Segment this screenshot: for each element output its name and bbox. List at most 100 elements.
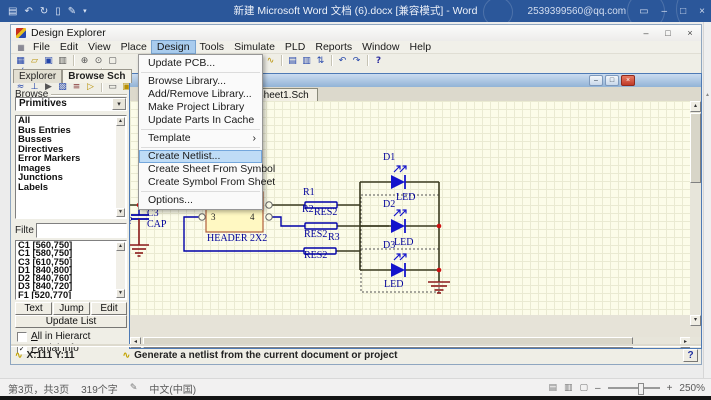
menu-pld[interactable]: PLD bbox=[280, 41, 310, 53]
help-icon[interactable]: ? bbox=[372, 55, 385, 67]
ribbon-options-icon[interactable]: ▭ bbox=[639, 6, 648, 17]
component-leds[interactable] bbox=[391, 166, 406, 277]
c3-ref-label[interactable]: C3 bbox=[147, 209, 159, 219]
menu-place[interactable]: Place bbox=[116, 41, 152, 53]
proofing-icon[interactable]: ✎ bbox=[130, 383, 138, 393]
vertical-scrollbar[interactable]: ▴ ▾ bbox=[690, 101, 701, 326]
jump-button[interactable]: Jump bbox=[53, 302, 90, 315]
system-menu-icon[interactable]: ▦ bbox=[14, 41, 28, 53]
save-icon[interactable]: ▤ bbox=[8, 6, 17, 17]
components-list[interactable]: C1 [560,750] C1 [580,750] C3 [610,750] D… bbox=[15, 240, 127, 300]
list-item[interactable]: F1 [520,770] bbox=[16, 291, 126, 299]
undo-icon[interactable]: ↶ bbox=[336, 55, 349, 67]
child-close-button[interactable]: × bbox=[621, 75, 635, 86]
maximize-button[interactable]: □ bbox=[680, 6, 686, 17]
zoom-level[interactable]: 250% bbox=[679, 383, 705, 394]
category-combobox[interactable]: Primitives ▾ bbox=[15, 97, 127, 111]
menu-item-add-remove-library[interactable]: Add/Remove Library... bbox=[139, 88, 262, 101]
simulate-icon[interactable]: ∿ bbox=[264, 55, 277, 67]
zoom-slider[interactable] bbox=[608, 387, 660, 389]
read-mode-icon[interactable]: ▤ bbox=[548, 383, 557, 393]
clipped-designator-label[interactable]: ? bbox=[130, 217, 132, 227]
undo-icon[interactable]: ↶ bbox=[24, 6, 32, 17]
r3-ref-label[interactable]: R3 bbox=[328, 233, 340, 243]
menu-reports[interactable]: Reports bbox=[310, 41, 357, 53]
scroll-up-icon[interactable]: ▲ bbox=[116, 242, 125, 251]
jp2-type-label[interactable]: HEADER 2X2 bbox=[207, 234, 267, 244]
menu-edit[interactable]: Edit bbox=[55, 41, 83, 53]
scroll-down-icon[interactable]: ▾ bbox=[690, 315, 701, 326]
app-maximize-button[interactable]: □ bbox=[657, 26, 679, 41]
word-count[interactable]: 319个字 bbox=[81, 381, 118, 396]
scrollbar[interactable]: ▲ ▼ bbox=[116, 242, 125, 298]
explorer-icon[interactable]: ▦ bbox=[14, 55, 27, 67]
menu-item-create-netlist[interactable]: Create Netlist... bbox=[139, 150, 262, 163]
redo-icon[interactable]: ↻ bbox=[40, 6, 48, 17]
library-icon[interactable]: ▤ bbox=[286, 55, 299, 67]
menu-file[interactable]: File bbox=[28, 41, 55, 53]
language-indicator[interactable]: 中文(中国) bbox=[149, 381, 196, 396]
menu-item-create-symbol-from-sheet[interactable]: Create Symbol From Sheet bbox=[139, 176, 262, 189]
scroll-up-icon[interactable]: ▲ bbox=[705, 92, 710, 98]
menu-simulate[interactable]: Simulate bbox=[229, 41, 280, 53]
menu-window[interactable]: Window bbox=[357, 41, 404, 53]
scroll-down-icon[interactable]: ▼ bbox=[116, 208, 125, 217]
menu-tools[interactable]: Tools bbox=[195, 41, 230, 53]
d2-ref-label[interactable]: D2 bbox=[383, 200, 395, 210]
zoom-area-icon[interactable]: ▢ bbox=[106, 55, 119, 67]
r2-ref-label[interactable]: R2 bbox=[302, 205, 314, 215]
c3-type-label[interactable]: CAP bbox=[147, 220, 166, 230]
app-close-button[interactable]: × bbox=[679, 26, 701, 41]
r2-type-label[interactable]: RES2 bbox=[304, 230, 327, 240]
filter-input[interactable] bbox=[36, 223, 127, 238]
menu-item-make-project-library[interactable]: Make Project Library bbox=[139, 101, 262, 114]
edit-button[interactable]: Edit bbox=[91, 302, 127, 315]
d1-ref-label[interactable]: D1 bbox=[383, 153, 395, 163]
primitives-list[interactable]: All Bus Entries Busses Directives Error … bbox=[15, 115, 127, 219]
page-indicator[interactable]: 第3页，共3页 bbox=[8, 381, 69, 396]
menu-item-browse-library[interactable]: Browse Library... bbox=[139, 75, 262, 88]
d3-type-label[interactable]: LED bbox=[384, 280, 403, 290]
tab-explorer[interactable]: Explorer bbox=[13, 69, 62, 83]
r1-type-label[interactable]: RES2 bbox=[314, 208, 337, 218]
redo-icon[interactable]: ↷ bbox=[350, 55, 363, 67]
list-item[interactable]: Labels bbox=[16, 183, 126, 193]
menu-item-create-sheet-from-symbol[interactable]: Create Sheet From Symbol bbox=[139, 163, 262, 176]
child-restore-button[interactable]: □ bbox=[605, 75, 619, 86]
menu-item-template[interactable]: Template › bbox=[139, 132, 262, 145]
menu-design[interactable]: Design bbox=[152, 41, 195, 53]
menu-item-update-pcb[interactable]: Update PCB... bbox=[139, 57, 262, 70]
menu-help[interactable]: Help bbox=[404, 41, 436, 53]
zoom-in-icon[interactable]: ⊕ bbox=[78, 55, 91, 67]
account-name[interactable]: 2539399560@qq.com bbox=[528, 6, 627, 17]
zoom-slider-thumb[interactable] bbox=[638, 383, 644, 395]
all-in-hierarchy-checkbox[interactable]: All in Hierarct bbox=[17, 331, 90, 342]
qat-dropdown-icon[interactable]: ▾ bbox=[83, 7, 87, 15]
scrollbar-thumb[interactable] bbox=[690, 113, 701, 183]
menu-item-options[interactable]: Options... bbox=[139, 194, 262, 207]
d1-type-label[interactable]: LED bbox=[396, 193, 415, 203]
update-list-button[interactable]: Update List bbox=[15, 315, 127, 328]
close-button[interactable]: × bbox=[699, 6, 705, 17]
print-icon[interactable]: ▥ bbox=[56, 55, 69, 67]
minimize-button[interactable]: – bbox=[662, 6, 668, 17]
tab-browse-sch[interactable]: Browse Sch bbox=[62, 69, 131, 83]
help-button[interactable]: ? bbox=[683, 349, 698, 362]
save-icon[interactable]: ▣ bbox=[42, 55, 55, 67]
chevron-down-icon[interactable]: ▾ bbox=[112, 98, 126, 110]
open-icon[interactable]: ▱ bbox=[28, 55, 41, 67]
scroll-up-icon[interactable]: ▲ bbox=[116, 117, 125, 126]
format-painter-icon[interactable]: ✎ bbox=[68, 6, 76, 17]
d2-type-label[interactable]: LED bbox=[394, 238, 413, 248]
checkbox-box[interactable] bbox=[17, 332, 27, 342]
r3-type-label[interactable]: RES2 bbox=[304, 251, 327, 261]
menu-view[interactable]: View bbox=[83, 41, 116, 53]
scroll-up-icon[interactable]: ▴ bbox=[690, 101, 701, 112]
web-layout-icon[interactable]: ▢ bbox=[580, 383, 589, 393]
text-button[interactable]: Text bbox=[15, 302, 52, 315]
zoom-in-button[interactable]: + bbox=[667, 383, 673, 394]
r1-ref-label[interactable]: R1 bbox=[303, 188, 315, 198]
zoom-out-button[interactable]: – bbox=[595, 383, 601, 394]
print-layout-icon[interactable]: ▥ bbox=[564, 383, 573, 393]
scroll-down-icon[interactable]: ▼ bbox=[116, 289, 125, 298]
